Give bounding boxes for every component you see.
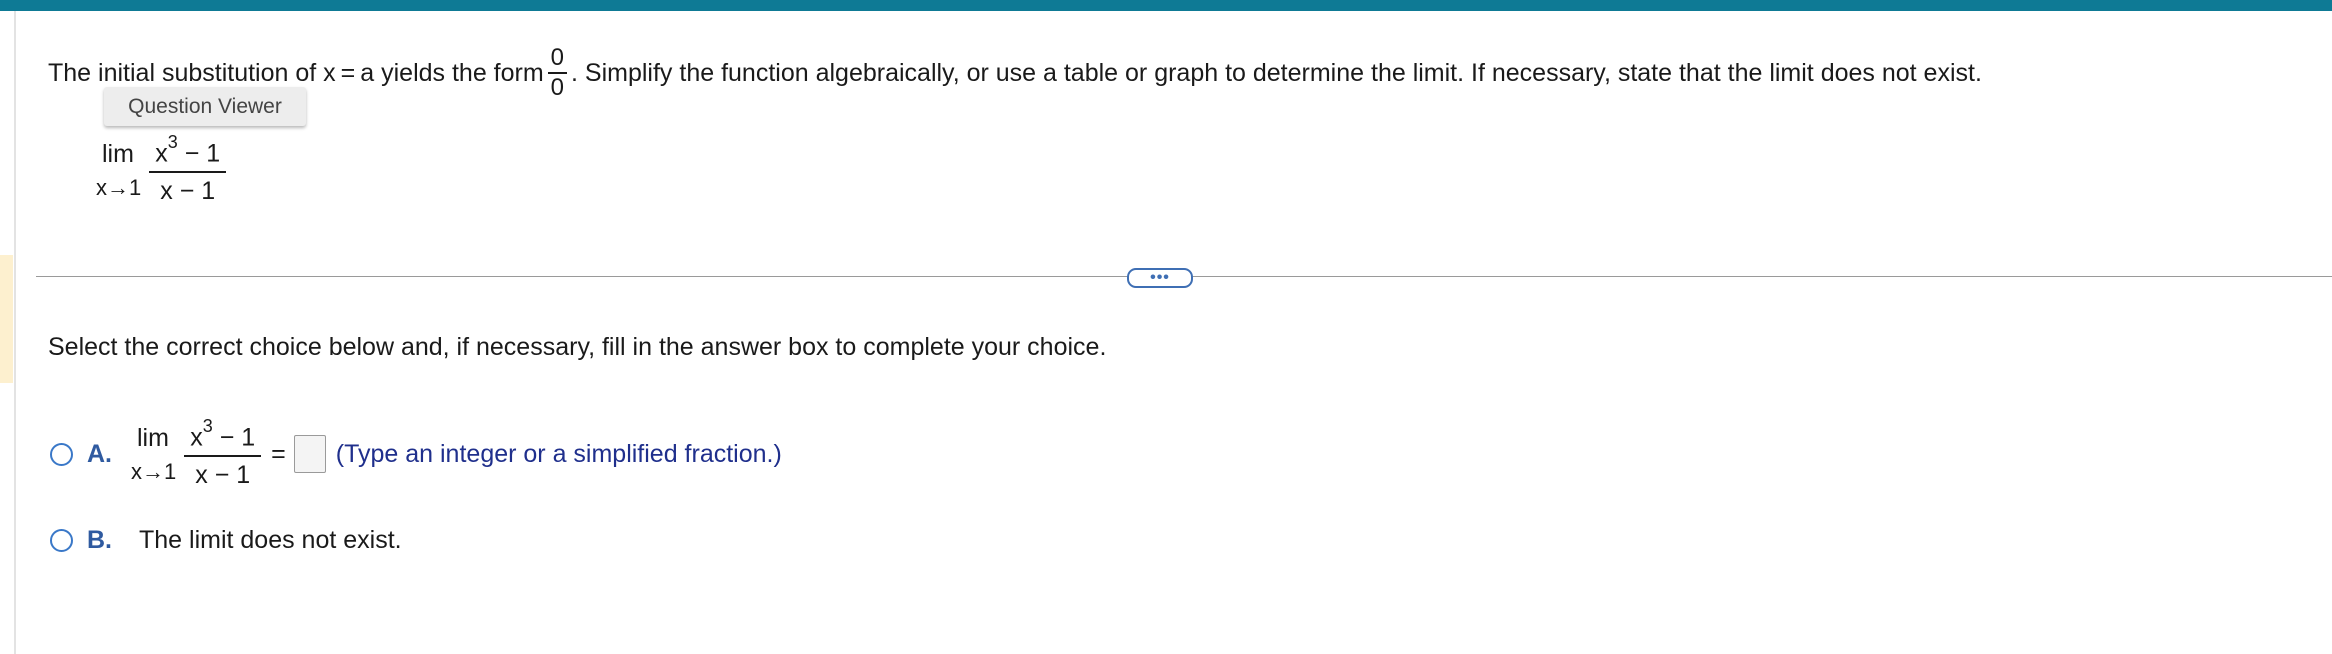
choice-a-radio[interactable] [50, 442, 73, 466]
left-divider [14, 11, 16, 654]
problem-numerator: x3 − 1 [149, 133, 226, 171]
left-highlight-marker [0, 255, 13, 383]
choice-a-num-base: x [190, 423, 203, 452]
choice-a-limit-expression: lim x→1 x3 − 1 x − 1 [131, 417, 262, 489]
choice-a-num-exponent: 3 [202, 416, 213, 436]
fraction-denominator: 0 [550, 74, 565, 101]
problem-denominator: x − 1 [160, 176, 216, 205]
instruction-before: The initial substitution of x = a yields… [48, 58, 544, 87]
num-exponent: 3 [167, 132, 178, 152]
problem-limit-expression: lim x→1 x3 − 1 x − 1 [96, 133, 227, 205]
question-viewer-button[interactable]: Question Viewer [104, 87, 306, 126]
choice-b[interactable]: B. The limit does not exist. [50, 526, 402, 555]
equals-sign: = [271, 439, 286, 468]
num-base: x [155, 139, 168, 168]
choice-a[interactable]: A. lim x→1 x3 − 1 x − 1 = (Type an integ… [50, 417, 782, 489]
zero-over-zero-fraction: 0 0 [547, 44, 568, 101]
choice-a-letter: A. [87, 439, 112, 468]
instruction-text: The initial substitution of x = a yields… [48, 38, 1982, 108]
lim-subscript: x→1 [96, 174, 142, 200]
choice-a-num-rest: − 1 [212, 423, 256, 452]
choice-b-letter: B. [87, 526, 112, 554]
choice-a-denominator: x − 1 [195, 460, 251, 489]
lim-word: lim [102, 139, 134, 168]
choice-a-limit-operator: lim x→1 [131, 424, 176, 485]
choice-b-radio[interactable] [50, 529, 73, 552]
problem-fraction: x3 − 1 x − 1 [149, 133, 227, 205]
choice-b-text: The limit does not exist. [139, 526, 402, 554]
choice-prompt: Select the correct choice below and, if … [48, 333, 1107, 361]
choice-a-lim-word: lim [137, 423, 169, 452]
expand-more-button[interactable]: ••• [1127, 268, 1193, 288]
top-bar [0, 0, 2332, 11]
num-rest: − 1 [177, 139, 221, 168]
choice-a-lim-subscript: x→1 [131, 458, 177, 484]
fraction-numerator: 0 [550, 44, 565, 71]
choice-a-fraction: x3 − 1 x − 1 [184, 417, 262, 489]
answer-format-hint: (Type an integer or a simplified fractio… [335, 439, 782, 468]
limit-operator: lim x→1 [96, 140, 141, 201]
answer-input-box[interactable] [293, 435, 326, 474]
choice-a-numerator: x3 − 1 [184, 417, 261, 455]
instruction-after: . Simplify the function algebraically, o… [571, 58, 1982, 87]
